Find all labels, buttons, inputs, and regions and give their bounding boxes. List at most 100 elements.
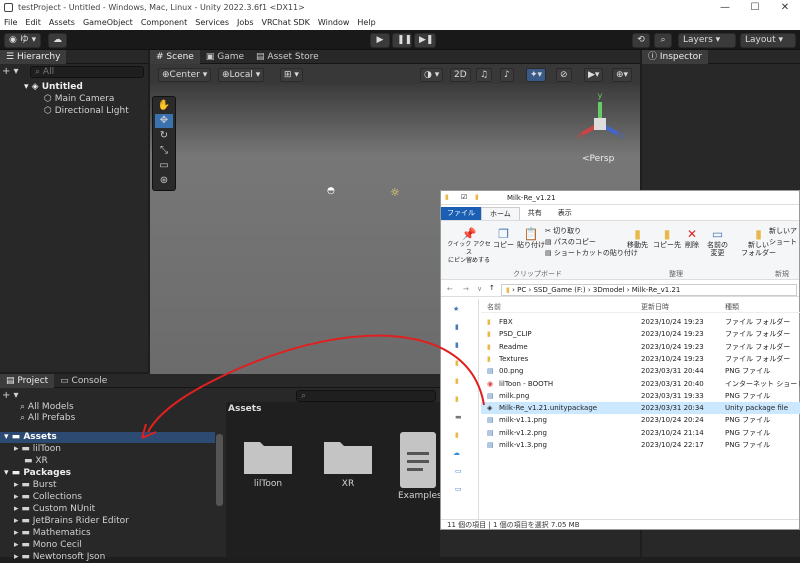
menu-edit[interactable]: Edit xyxy=(25,16,41,30)
maximize-button[interactable]: ☐ xyxy=(740,0,770,16)
rect-tool-icon[interactable]: ▭ xyxy=(155,159,173,173)
project-add-button[interactable]: + ▾ xyxy=(2,390,19,401)
move-to-button[interactable]: ▮ 移動先 xyxy=(627,227,648,249)
move-tool-icon[interactable]: ✥ xyxy=(155,114,173,128)
recent-icon[interactable]: ∨ xyxy=(477,285,482,293)
new-item-button[interactable]: 新しいア xyxy=(769,227,797,235)
quick-access-icon[interactable]: ★ xyxy=(453,305,459,313)
cut-button[interactable]: ✂ 切り取り xyxy=(545,227,581,235)
file-row[interactable]: ▮ Textures 2023/10/24 19:23 ファイル フォルダー xyxy=(481,353,800,365)
shading-dropdown[interactable]: ◑ ▾ xyxy=(420,68,444,82)
history-icon[interactable]: ⟲ xyxy=(632,33,650,48)
up-icon[interactable]: ↑ xyxy=(489,284,495,292)
project-search-input[interactable]: ⌕ xyxy=(296,390,436,402)
paste-button[interactable]: 📋 貼り付け xyxy=(517,227,545,249)
pause-button[interactable]: ❚❚ xyxy=(392,33,412,48)
menu-file[interactable]: File xyxy=(4,16,17,30)
pivot-dropdown[interactable]: ⊕Center ▾ xyxy=(158,68,212,82)
step-button[interactable]: ▶❚ xyxy=(414,33,436,48)
copy-path-button[interactable]: ▤ パスのコピー xyxy=(545,238,596,246)
orientation-gizmo[interactable]: y x z xyxy=(570,88,636,154)
transform-tool-icon[interactable]: ⊛ xyxy=(155,174,173,188)
scene-root[interactable]: ▾ ◈ Untitled xyxy=(24,81,83,93)
layout-dropdown[interactable]: Layout ▾ xyxy=(740,33,796,48)
cloud-icon[interactable]: ☁ xyxy=(48,33,67,48)
column-name[interactable]: 名前 xyxy=(487,301,501,313)
menu-assets[interactable]: Assets xyxy=(49,16,75,30)
menu-services[interactable]: Services xyxy=(195,16,229,30)
space-dropdown[interactable]: ⊕Local ▾ xyxy=(218,68,265,82)
delete-button[interactable]: ✕ 削除 xyxy=(685,227,699,249)
menu-window[interactable]: Window xyxy=(318,16,350,30)
tab-hierarchy[interactable]: ☰ Hierarchy xyxy=(0,50,67,64)
minimize-button[interactable]: — xyxy=(710,0,740,16)
file-row[interactable]: ▤ milk-v1.2.png 2023/10/24 21:14 PNG ファイル xyxy=(481,427,800,439)
menu-jobs[interactable]: Jobs xyxy=(237,16,254,30)
close-button[interactable]: ✕ xyxy=(770,0,800,16)
layers-dropdown[interactable]: Layers ▾ xyxy=(678,33,736,48)
lighting-icon[interactable]: ♫ xyxy=(476,68,493,82)
tree-assets-root[interactable]: ▾ ▬ Assets xyxy=(0,432,215,443)
tree-xr[interactable]: ▬ XR xyxy=(24,456,48,467)
address-segment[interactable]: 3Dmodel xyxy=(593,286,625,294)
tree-scrollbar[interactable] xyxy=(216,434,223,506)
audio-icon[interactable]: ♪ xyxy=(500,68,514,82)
column-type[interactable]: 種類 xyxy=(725,301,739,313)
tree-package[interactable]: ▸ ▬ Newtonsoft Json xyxy=(14,552,105,563)
address-segment[interactable]: PC xyxy=(517,286,526,294)
light-gizmo-icon[interactable]: ☼ xyxy=(390,186,400,199)
tree-package[interactable]: ▸ ▬ Mono Cecil xyxy=(14,540,82,551)
hierarchy-add-button[interactable]: + ▾ xyxy=(2,66,19,77)
tab-asset-store[interactable]: ▤ Asset Store xyxy=(250,50,325,64)
file-row[interactable]: ◈ Milk-Re_v1.21.unitypackage 2023/03/31 20… xyxy=(481,402,800,415)
hierarchy-item-directional-light[interactable]: ⬡ Directional Light xyxy=(44,105,129,117)
tree-package[interactable]: ▸ ▬ Burst xyxy=(14,480,57,491)
tree-liltoon[interactable]: ▸ ▬ lilToon xyxy=(14,444,61,455)
menu-gameobject[interactable]: GameObject xyxy=(83,16,133,30)
tree-package[interactable]: ▸ ▬ Mathematics xyxy=(14,528,91,539)
tree-package[interactable]: ▸ ▬ Collections xyxy=(14,492,82,503)
effects-icon[interactable]: ✦▾ xyxy=(526,68,547,82)
tree-package[interactable]: ▸ ▬ Custom NUnit xyxy=(14,504,95,515)
rename-button[interactable]: ▭ 名前の 変更 xyxy=(707,227,728,257)
file-row[interactable]: ▤ milk-v1.1.png 2023/10/24 20:24 PNG ファイル xyxy=(481,414,800,426)
asset-liltoon[interactable]: lilToon xyxy=(242,436,294,489)
ribbon-tab-view[interactable]: 表示 xyxy=(550,207,580,220)
ribbon-tab-share[interactable]: 共有 xyxy=(520,207,550,220)
hierarchy-search-input[interactable]: ⌕ All xyxy=(30,66,144,78)
camera-gizmo-icon[interactable]: ◓ xyxy=(327,186,335,196)
address-segment[interactable]: Milk-Re_v1.21 xyxy=(632,286,681,294)
copy-to-button[interactable]: ▮ コピー先 xyxy=(653,227,681,249)
perspective-label[interactable]: <Persp xyxy=(582,154,614,164)
ribbon-tab-file[interactable]: ファイル xyxy=(441,207,481,220)
new-folder-icon[interactable]: ▮ xyxy=(475,193,479,201)
hierarchy-item-main-camera[interactable]: ⬡ Main Camera xyxy=(44,93,114,105)
forward-icon[interactable]: → xyxy=(463,285,469,293)
tree-package[interactable]: ▸ ▬ JetBrains Rider Editor xyxy=(14,516,129,527)
menu-help[interactable]: Help xyxy=(357,16,375,30)
rotate-tool-icon[interactable]: ↻ xyxy=(155,129,173,143)
asset-xr[interactable]: XR xyxy=(322,436,374,489)
tab-inspector[interactable]: ⓘ Inspector xyxy=(642,50,708,64)
tab-project[interactable]: ▤ Project xyxy=(0,374,55,388)
network-icon[interactable]: ▭ xyxy=(455,485,462,493)
file-row[interactable]: ▤ 00.png 2023/03/31 20:44 PNG ファイル xyxy=(481,365,800,377)
asset-breadcrumb[interactable]: Assets xyxy=(228,404,261,414)
file-row[interactable]: ▮ FBX 2023/10/24 19:23 ファイル フォルダー xyxy=(481,316,800,328)
tab-game[interactable]: ▣ Game xyxy=(200,50,250,64)
grid-snap-button[interactable]: ⊞ ▾ xyxy=(280,68,303,82)
copy-button[interactable]: ❐ コピー xyxy=(493,227,514,249)
menu-vrchat-sdk[interactable]: VRChat SDK xyxy=(262,16,310,30)
quick-access-icon[interactable]: ☑ xyxy=(461,193,467,201)
mode-2d-button[interactable]: 2D xyxy=(450,68,471,82)
account-dropdown[interactable]: ◉ ゆ ▾ xyxy=(4,33,42,48)
tree-packages-root[interactable]: ▾ ▬ Packages xyxy=(4,468,71,479)
address-bar[interactable]: ▮ › PC › SSD_Game (F:) › 3Dmodel › Milk-… xyxy=(501,284,797,296)
tab-scene[interactable]: # Scene xyxy=(150,50,200,64)
pc-icon[interactable]: ▭ xyxy=(455,467,462,475)
column-date[interactable]: 更新日時 xyxy=(641,301,669,313)
play-button[interactable]: ▶ xyxy=(370,33,390,48)
scale-tool-icon[interactable]: ⤡ xyxy=(155,144,173,158)
ribbon-tab-home[interactable]: ホーム xyxy=(481,207,520,220)
file-row[interactable]: ▮ Readme 2023/10/24 19:23 ファイル フォルダー xyxy=(481,341,800,353)
